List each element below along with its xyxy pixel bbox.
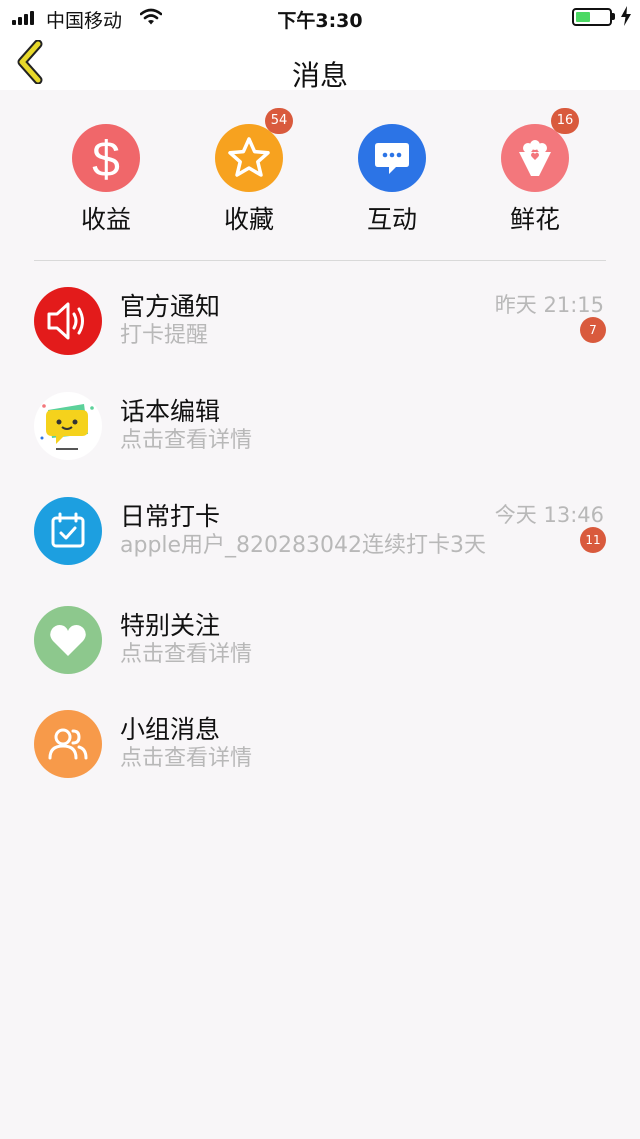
quick-action-label: 互动 xyxy=(366,205,417,234)
heart-icon xyxy=(34,606,102,674)
calendar-check-icon xyxy=(34,497,102,565)
message-subtitle: apple用户_820283042连续打卡3天 xyxy=(120,533,487,558)
status-time: 下午3:30 xyxy=(277,10,363,32)
status-bar: 中国移动 下午3:30 xyxy=(0,0,640,34)
message-subtitle: 点击查看详情 xyxy=(120,746,253,771)
message-subtitle: 点击查看详情 xyxy=(120,642,253,667)
group-icon xyxy=(34,710,102,778)
dollar-icon: $ xyxy=(72,124,140,192)
message-subtitle: 打卡提醒 xyxy=(120,323,209,348)
nav-bar: 消息 xyxy=(0,34,640,92)
quick-action-earnings[interactable]: $ 收益 xyxy=(46,124,166,234)
flower-bouquet-icon xyxy=(501,124,569,192)
message-time: 今天 13:46 xyxy=(494,503,604,527)
message-item-special-follow[interactable]: 特别关注 点击查看详情 xyxy=(0,606,640,710)
message-item-daily-checkin[interactable]: 日常打卡 apple用户_820283042连续打卡3天 今天 13:46 11 xyxy=(0,497,640,601)
quick-action-label: 收藏 xyxy=(223,205,274,234)
message-subtitle: 点击查看详情 xyxy=(120,428,253,453)
unread-badge: 7 xyxy=(580,317,606,343)
quick-action-interactions[interactable]: 互动 xyxy=(332,124,452,234)
quick-action-favorites[interactable]: 54 收藏 xyxy=(189,108,309,234)
battery-icon xyxy=(572,8,616,26)
message-time: 昨天 21:15 xyxy=(494,293,604,317)
editor-avatar-icon xyxy=(34,392,102,460)
battery-level xyxy=(576,12,590,22)
svg-text:$: $ xyxy=(92,132,120,184)
favorites-count-badge: 54 xyxy=(265,108,293,134)
message-item-official-notice[interactable]: 官方通知 打卡提醒 昨天 21:15 7 xyxy=(0,287,640,391)
page-title: 消息 xyxy=(291,59,348,92)
quick-action-label: 鲜花 xyxy=(509,205,560,234)
star-icon xyxy=(215,124,283,192)
message-item-story-editor[interactable]: 话本编辑 点击查看详情 xyxy=(0,392,640,496)
quick-actions: $ 收益 54 收藏 互动 16 鲜花 xyxy=(0,90,640,262)
chat-bubble-icon xyxy=(358,124,426,192)
charging-bolt-icon xyxy=(621,6,631,26)
flowers-count-badge: 16 xyxy=(551,108,579,134)
speaker-icon xyxy=(34,287,102,355)
message-item-group[interactable]: 小组消息 点击查看详情 xyxy=(0,710,640,814)
unread-badge: 11 xyxy=(580,527,606,553)
quick-action-flowers[interactable]: 16 鲜花 xyxy=(475,108,595,234)
divider xyxy=(34,260,606,261)
quick-action-label: 收益 xyxy=(80,205,131,234)
